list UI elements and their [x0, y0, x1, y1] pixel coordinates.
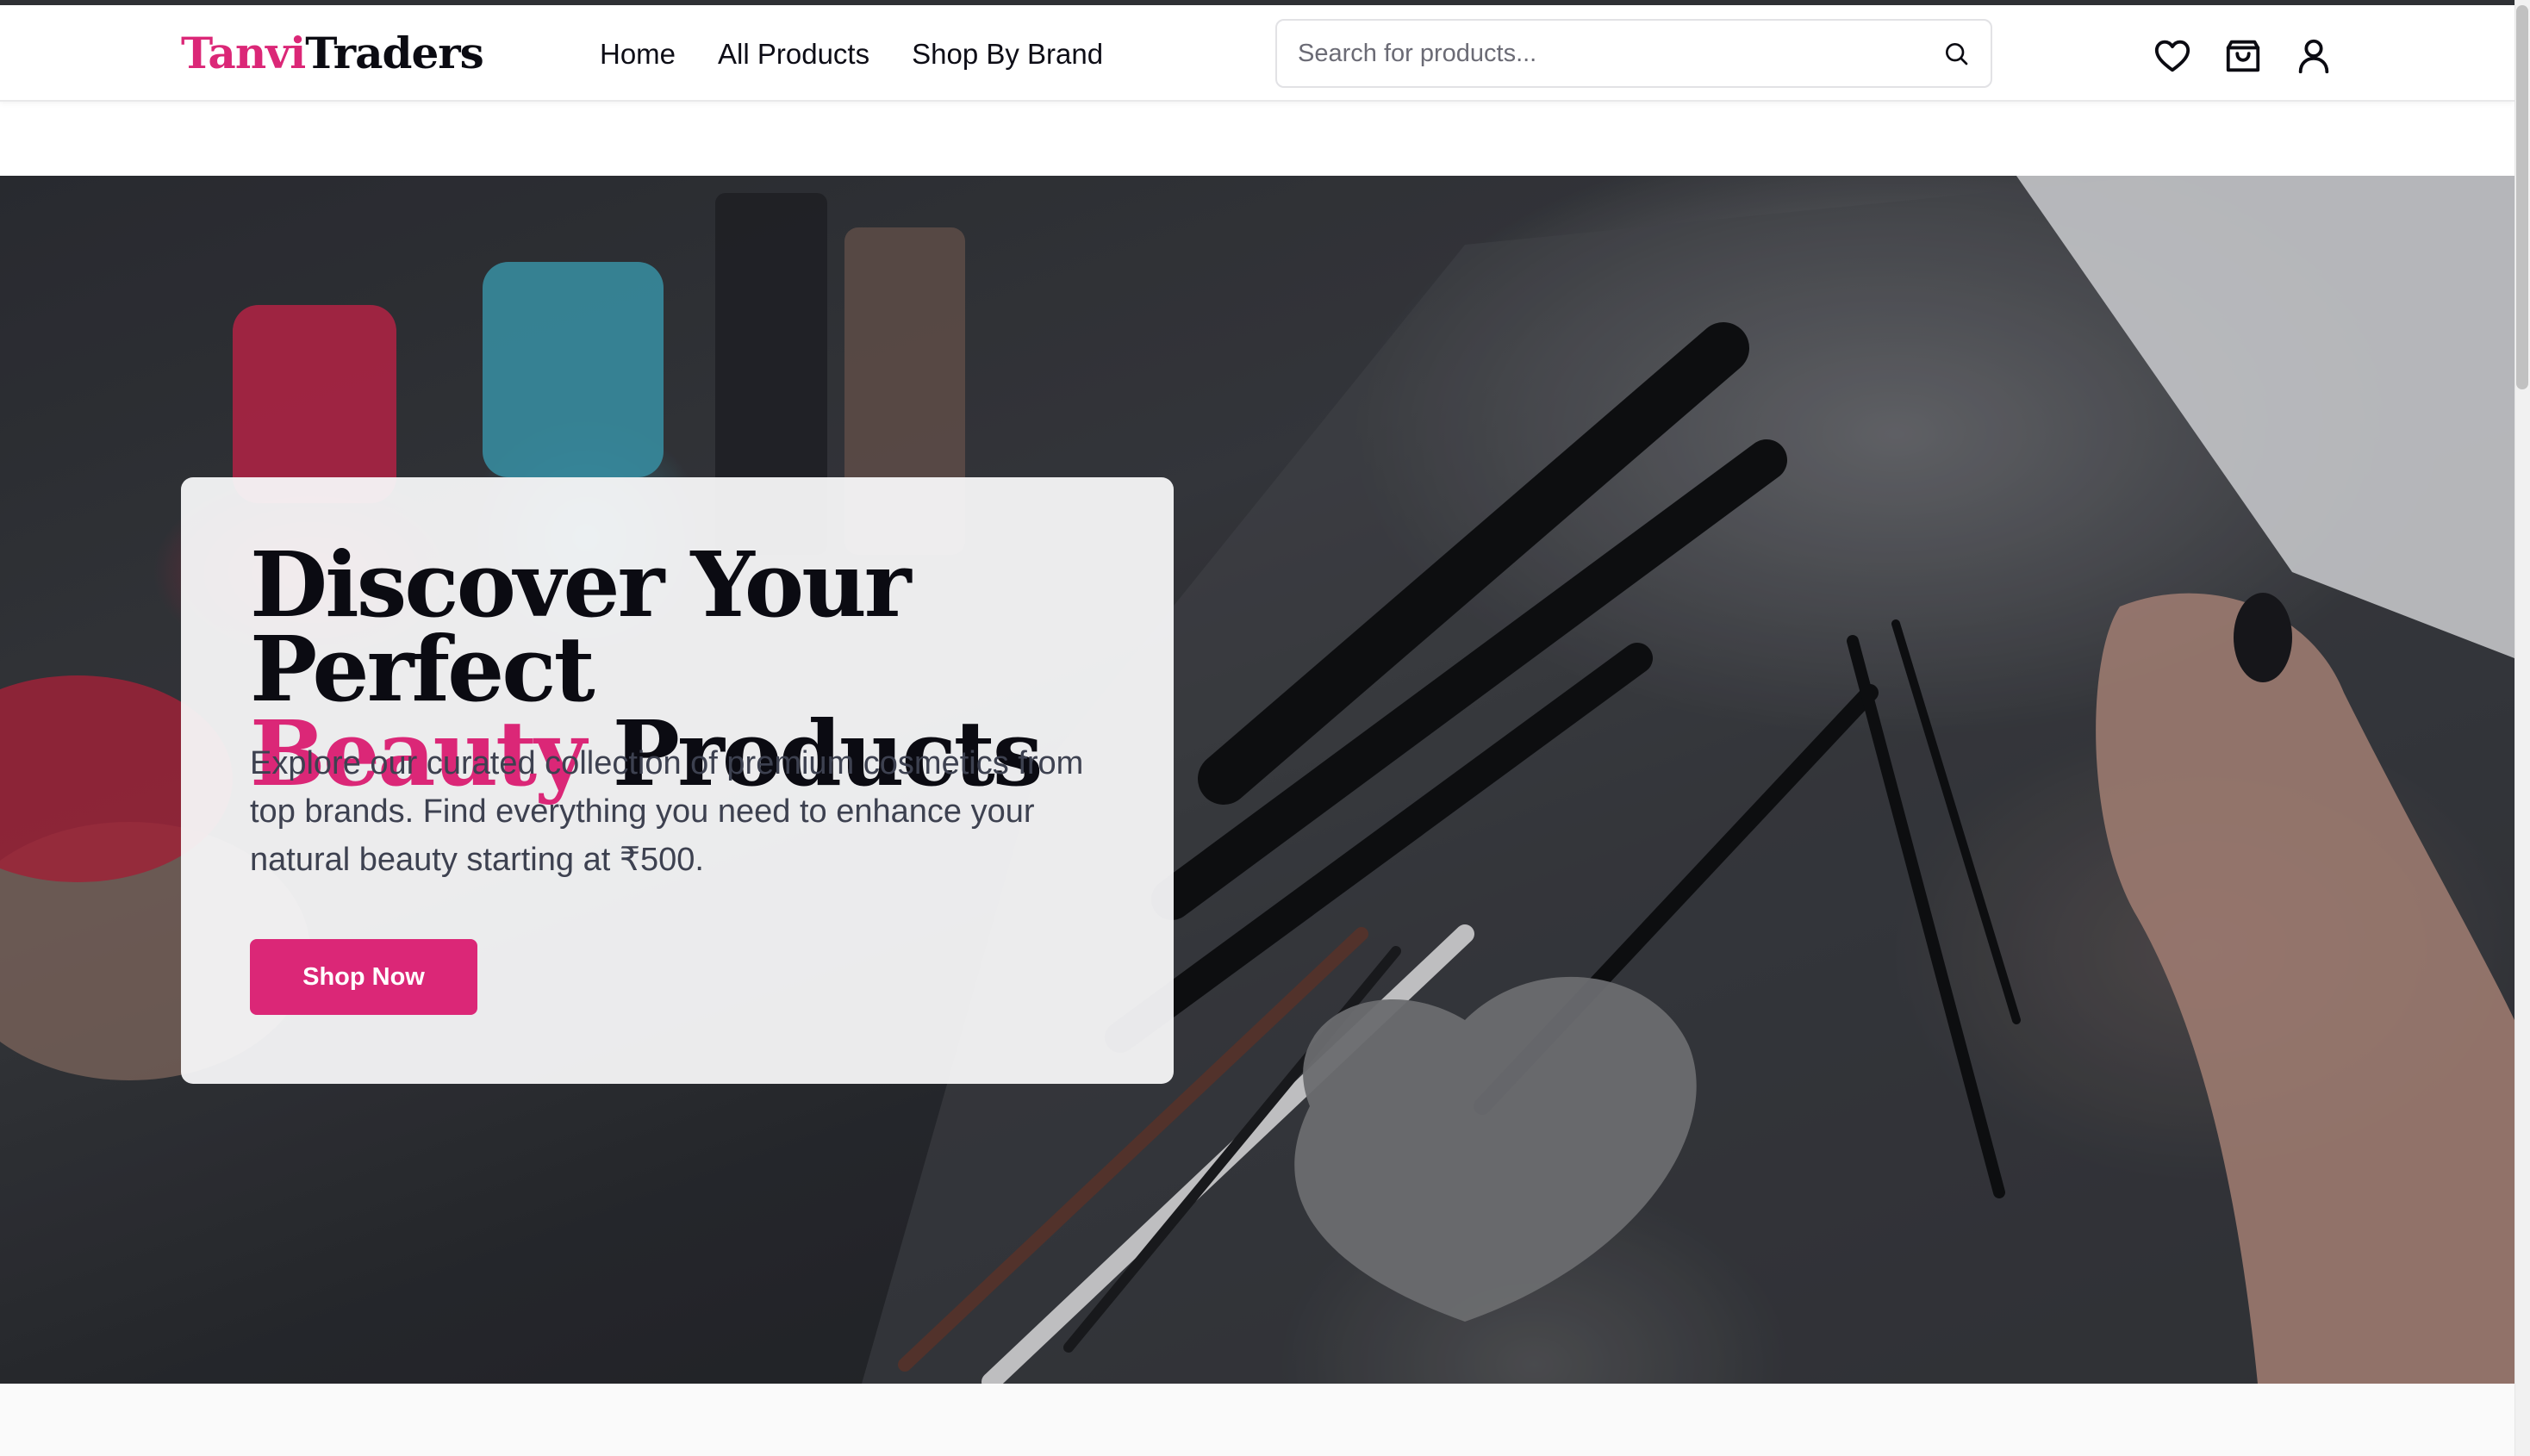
hero-card: Discover Your Perfect Beauty Products Ex… [181, 477, 1174, 1084]
main-nav: Home All Products Shop By Brand [600, 38, 1145, 71]
page: TanviTraders Home All Products Shop By B… [0, 0, 2530, 1456]
hero-banner: Discover Your Perfect Beauty Products Ex… [0, 176, 2514, 1384]
user-icon[interactable] [2294, 36, 2334, 76]
search-icon[interactable] [1942, 40, 1970, 67]
logo-part-2: Traders [305, 28, 484, 78]
logo-part-1: Tanvi [181, 28, 306, 78]
site-header: TanviTraders Home All Products Shop By B… [0, 5, 2514, 102]
shop-now-button[interactable]: Shop Now [250, 939, 477, 1015]
nav-all-products[interactable]: All Products [718, 38, 869, 71]
search-input[interactable] [1298, 21, 1918, 86]
nav-shop-by-brand[interactable]: Shop By Brand [912, 38, 1103, 71]
heart-icon[interactable] [2153, 36, 2192, 76]
header-actions [2153, 36, 2334, 76]
hero-description: Explore our curated collection of premiu… [250, 745, 1084, 878]
next-section [0, 1384, 2514, 1456]
page-scrollbar[interactable] [2514, 0, 2530, 1456]
scrollbar-thumb[interactable] [2516, 5, 2528, 389]
brand-logo[interactable]: TanviTraders [181, 28, 484, 78]
shopping-bag-icon[interactable] [2223, 36, 2263, 76]
hero-title-line1: Discover Your Perfect [250, 532, 912, 722]
nav-home[interactable]: Home [600, 38, 676, 71]
search-box [1275, 19, 1992, 88]
